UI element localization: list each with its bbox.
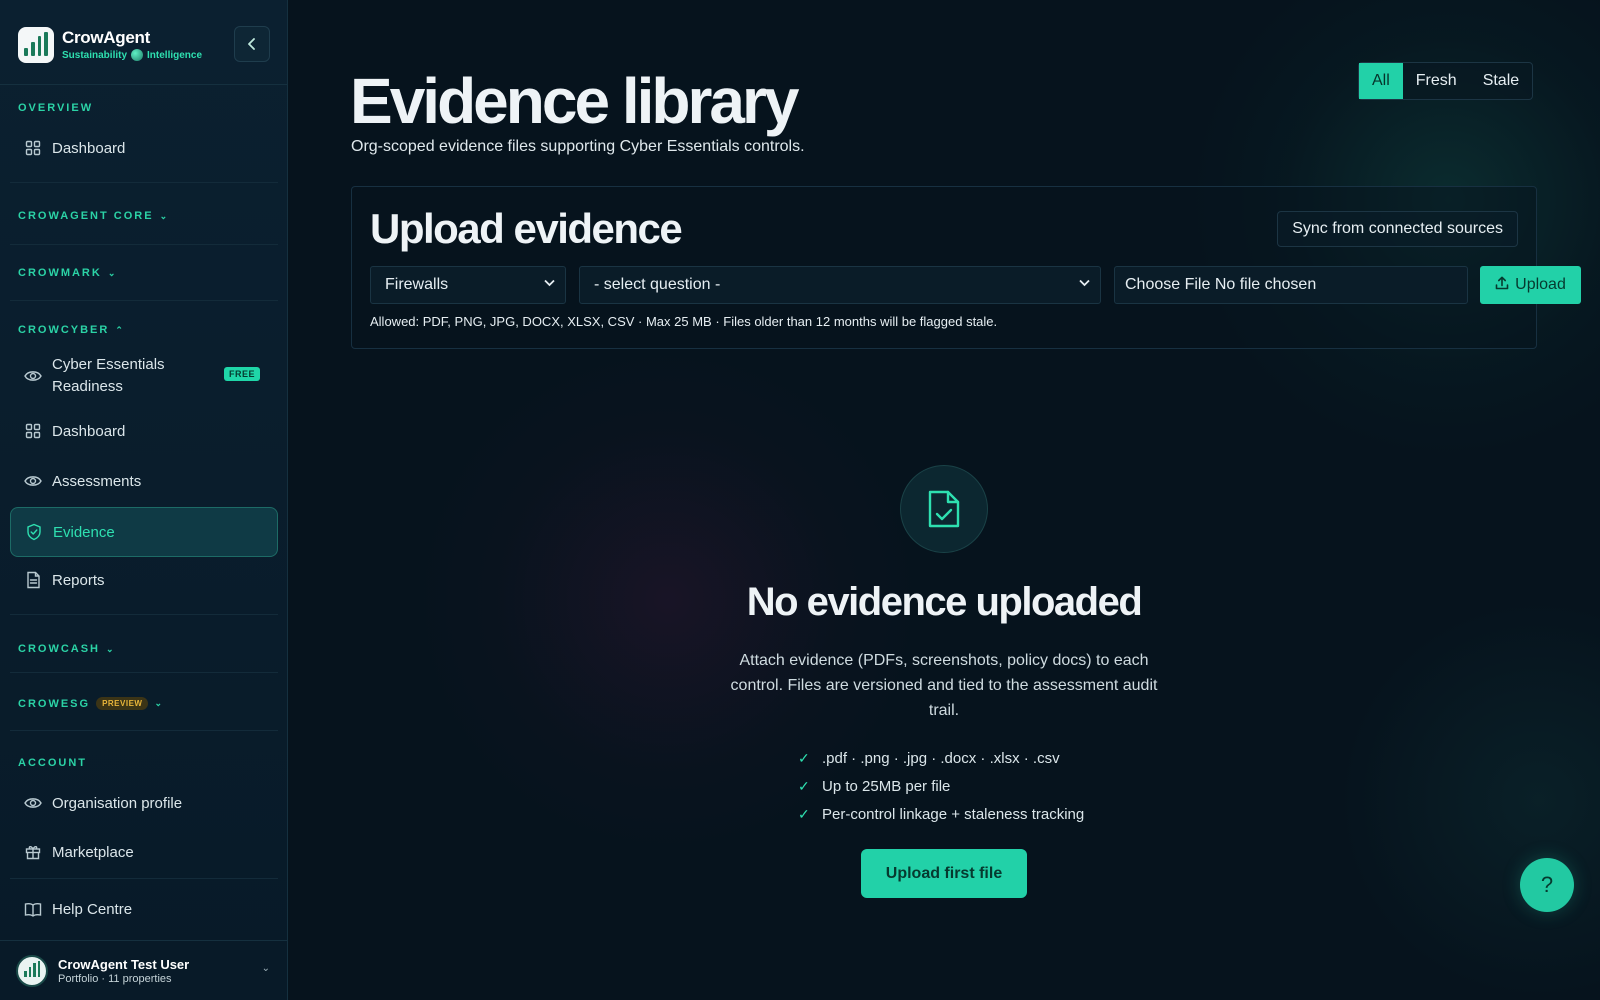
sidebar-item-dashboard-cyber[interactable]: Dashboard xyxy=(10,409,278,453)
sidebar-item-label: Marketplace xyxy=(52,843,134,861)
section-account: ACCOUNT xyxy=(18,757,87,769)
control-select[interactable]: Firewalls xyxy=(370,266,566,304)
sync-sources-button[interactable]: Sync from connected sources xyxy=(1277,211,1518,247)
sidebar-item-label: Cyber Essentials Readiness xyxy=(52,356,165,395)
check-icon: ✓ xyxy=(798,777,810,794)
filter-all-button[interactable]: All xyxy=(1359,63,1403,99)
grid-icon xyxy=(24,422,42,440)
chevron-down-icon xyxy=(544,278,555,290)
section-overview: OVERVIEW xyxy=(18,102,94,114)
chevron-down-icon: ⌄ xyxy=(154,698,163,708)
file-input[interactable]: Choose File No file chosen xyxy=(1114,266,1468,304)
divider xyxy=(10,730,278,731)
filter-fresh-button[interactable]: Fresh xyxy=(1403,63,1470,99)
check-icon: ✓ xyxy=(798,805,810,822)
sidebar-item-marketplace[interactable]: Marketplace xyxy=(10,830,278,874)
background-glow xyxy=(1338,600,1600,1000)
sidebar-item-dashboard-overview[interactable]: Dashboard xyxy=(10,126,278,170)
main-content: Evidence library Org-scoped evidence fil… xyxy=(288,0,1600,1000)
list-item: ✓ Up to 25MB per file xyxy=(798,777,951,795)
page-subtitle: Org-scoped evidence files supporting Cyb… xyxy=(351,138,805,155)
file-input-label: Choose File No file chosen xyxy=(1125,276,1317,293)
sidebar-item-organisation-profile[interactable]: Organisation profile xyxy=(10,781,278,825)
shield-check-icon xyxy=(25,523,43,541)
user-subtitle: Portfolio · 11 properties xyxy=(58,972,172,985)
chevron-down-icon xyxy=(1079,278,1090,290)
sidebar-item-evidence[interactable]: Evidence xyxy=(10,507,278,557)
chevron-down-icon: ⌄ xyxy=(107,267,116,278)
upload-title: Upload evidence xyxy=(370,205,683,252)
empty-state-description: Attach evidence (PDFs, screenshots, poli… xyxy=(730,652,1158,719)
upload-button[interactable]: Upload xyxy=(1480,266,1581,304)
avatar xyxy=(16,954,48,987)
brand-logo-icon xyxy=(18,27,54,63)
sidebar-item-label: Assessments xyxy=(52,472,142,490)
sidebar-item-assessments[interactable]: Assessments xyxy=(10,459,278,503)
sidebar-item-label: Help Centre xyxy=(52,900,133,918)
sidebar-item-cyber-essentials[interactable]: Cyber Essentials Readiness FREE xyxy=(10,350,278,402)
list-item: ✓ Per-control linkage + staleness tracki… xyxy=(798,805,1085,823)
brand[interactable]: CrowAgent Sustainability Intelligence xyxy=(18,26,202,64)
section-crowmark[interactable]: CROWMARK ⌄ xyxy=(18,267,115,279)
user-name: CrowAgent Test User xyxy=(58,956,190,972)
upload-button-label: Upload xyxy=(1515,276,1566,293)
sidebar-item-label: Evidence xyxy=(53,523,115,541)
divider xyxy=(10,614,278,615)
help-button[interactable]: ? xyxy=(1520,858,1574,912)
sidebar-item-label: Dashboard xyxy=(52,422,126,440)
page-title: Evidence library xyxy=(350,65,799,137)
sidebar: CrowAgent Sustainability Intelligence OV… xyxy=(0,0,288,1000)
feature-checklist: ✓ .pdf · .png · .jpg · .docx · .xlsx · .… xyxy=(798,744,1084,828)
allowed-files-note: Allowed: PDF, PNG, JPG, DOCX, XLSX, CSV … xyxy=(370,314,998,329)
divider xyxy=(10,878,278,879)
question-select[interactable]: - select question - xyxy=(579,266,1101,304)
question-select-value: - select question - xyxy=(594,276,721,293)
filter-stale-button[interactable]: Stale xyxy=(1470,63,1532,99)
section-crowcash[interactable]: CROWCASH ⌄ xyxy=(18,643,114,655)
sidebar-item-label: Organisation profile xyxy=(52,794,183,812)
preview-badge: PREVIEW xyxy=(96,697,149,710)
user-menu[interactable]: CrowAgent Test User Portfolio · 11 prope… xyxy=(0,940,288,1000)
filter-tabs: All Fresh Stale xyxy=(1358,62,1534,100)
chevron-up-icon: ⌃ xyxy=(115,324,123,335)
divider xyxy=(10,672,278,673)
sidebar-item-label: Reports xyxy=(52,571,105,589)
eye-icon xyxy=(24,367,42,385)
divider xyxy=(10,244,278,245)
section-crowesg[interactable]: CROWESG PREVIEW ⌄ xyxy=(18,697,162,710)
check-icon: ✓ xyxy=(798,749,810,766)
brand-name: CrowAgent xyxy=(62,28,150,47)
globe-icon xyxy=(131,49,144,61)
section-crowcyber[interactable]: CROWCYBER ⌃ xyxy=(18,324,123,336)
eye-icon xyxy=(24,794,42,812)
upload-card: Upload evidence Sync from connected sour… xyxy=(351,186,1581,349)
chevron-down-icon: ⌄ xyxy=(159,210,168,221)
section-crowagent-core[interactable]: CROWAGENT CORE ⌄ xyxy=(18,210,167,222)
file-check-icon xyxy=(900,465,988,553)
chevron-down-icon: ⌄ xyxy=(106,643,114,654)
control-select-value: Firewalls xyxy=(385,276,449,293)
sidebar-item-reports[interactable]: Reports xyxy=(10,558,278,602)
sidebar-item-label: Dashboard xyxy=(52,139,126,157)
free-badge: FREE xyxy=(223,367,260,381)
eye-icon xyxy=(24,472,42,490)
document-icon xyxy=(24,571,42,589)
collapse-sidebar-button[interactable] xyxy=(234,26,270,62)
divider xyxy=(10,300,278,301)
grid-icon xyxy=(24,139,42,157)
chevron-left-icon xyxy=(248,38,255,50)
brand-tagline-right: Intelligence xyxy=(147,49,203,61)
divider xyxy=(10,182,278,183)
list-item: ✓ .pdf · .png · .jpg · .docx · .xlsx · .… xyxy=(798,749,1060,767)
gift-icon xyxy=(24,843,42,861)
upload-icon xyxy=(1495,276,1509,295)
sidebar-item-help-centre[interactable]: Help Centre xyxy=(10,887,278,931)
empty-state-title: No evidence uploaded xyxy=(746,580,1143,624)
divider xyxy=(0,84,288,85)
upload-first-file-button[interactable]: Upload first file xyxy=(861,849,1027,898)
brand-tagline-left: Sustainability xyxy=(62,49,128,61)
book-icon xyxy=(24,900,42,918)
chevron-down-icon: ⌄ xyxy=(261,963,270,974)
